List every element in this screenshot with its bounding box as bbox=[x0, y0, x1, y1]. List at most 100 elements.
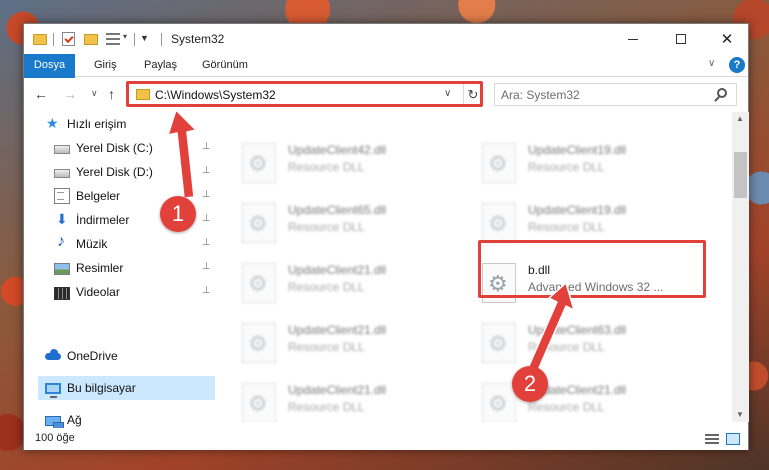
tiles-view-icon[interactable] bbox=[726, 433, 740, 445]
pin-icon[interactable]: ⊥ bbox=[202, 237, 211, 248]
sidebar-item-label: Hızlı erişim bbox=[67, 117, 127, 131]
pin-icon[interactable]: ⊥ bbox=[202, 285, 211, 296]
title-bar: ▾ ▼ System32 ✕ bbox=[24, 24, 748, 54]
sidebar-item-quick-access[interactable]: Hızlı erişim bbox=[45, 112, 215, 136]
tab-home[interactable]: Giriş bbox=[84, 54, 127, 77]
file-name: UpdateClient19.dll bbox=[528, 203, 627, 217]
customize-toolbar-icon[interactable]: ▼ bbox=[140, 33, 149, 47]
file-type: Resource DLL bbox=[528, 220, 605, 234]
sidebar-item-music[interactable]: Müzik ⊥ bbox=[54, 232, 219, 256]
ribbon-tabs: Dosya Giriş Paylaş Görünüm ∨ ? bbox=[24, 54, 748, 104]
file-item[interactable]: UpdateClient65.dll Resource DLL bbox=[224, 197, 449, 247]
network-icon bbox=[45, 416, 64, 431]
file-type: Resource DLL bbox=[288, 280, 365, 294]
dll-file-icon bbox=[242, 323, 276, 363]
file-type: Resource DLL bbox=[288, 400, 365, 414]
up-arrow-icon[interactable]: ↑ bbox=[108, 86, 115, 102]
sidebar-item-label: Videolar bbox=[76, 285, 120, 299]
sidebar-item-this-pc[interactable]: Bu bilgisayar bbox=[38, 376, 215, 400]
quick-access-separator bbox=[53, 33, 54, 46]
minimize-button[interactable] bbox=[610, 24, 656, 54]
title-separator bbox=[161, 33, 162, 46]
file-item[interactable]: UpdateClient21.dll Resource DLL bbox=[464, 377, 689, 422]
file-name: UpdateClient63.dll bbox=[528, 323, 627, 337]
file-item[interactable]: UpdateClient42.dll Resource DLL bbox=[224, 137, 449, 187]
close-icon: ✕ bbox=[720, 30, 734, 48]
tab-share[interactable]: Paylaş bbox=[134, 54, 187, 77]
quick-access-separator bbox=[134, 33, 135, 46]
pictures-icon bbox=[54, 263, 70, 275]
scrollbar-thumb[interactable] bbox=[734, 152, 747, 198]
dll-file-icon bbox=[482, 383, 516, 422]
forward-arrow-icon[interactable]: → bbox=[63, 86, 77, 102]
file-item[interactable]: UpdateClient21.dll Resource DLL bbox=[224, 377, 449, 422]
pin-icon[interactable]: ⊥ bbox=[202, 261, 211, 272]
step-2-badge: 2 bbox=[512, 366, 548, 402]
step-1-badge: 1 bbox=[160, 196, 196, 232]
details-view-icon[interactable] bbox=[705, 434, 719, 444]
sidebar-item-label: Yerel Disk (C:) bbox=[76, 141, 153, 155]
item-count: 100 öğe bbox=[35, 432, 75, 444]
view-toolbar-icon[interactable] bbox=[106, 33, 120, 45]
folder-icon bbox=[33, 34, 47, 45]
properties-icon[interactable] bbox=[62, 32, 75, 46]
file-item[interactable]: UpdateClient19.dll Resource DLL bbox=[464, 137, 689, 187]
close-button[interactable]: ✕ bbox=[704, 24, 750, 54]
dll-file-icon bbox=[482, 203, 516, 243]
sidebar-item-local-disk-d[interactable]: Yerel Disk (D:) ⊥ bbox=[54, 160, 219, 184]
recent-locations-icon[interactable]: ∨ bbox=[91, 88, 98, 99]
file-highlight bbox=[478, 240, 706, 298]
star-icon bbox=[45, 115, 61, 132]
sidebar-item-label: Belgeler bbox=[76, 189, 121, 203]
search-box[interactable] bbox=[494, 83, 737, 106]
scroll-up-icon[interactable]: ▲ bbox=[736, 114, 744, 123]
dll-file-icon bbox=[242, 263, 276, 303]
file-name: UpdateClient21.dll bbox=[288, 263, 387, 277]
onedrive-icon bbox=[45, 348, 61, 364]
file-name: UpdateClient21.dll bbox=[288, 323, 387, 337]
maximize-icon bbox=[676, 34, 686, 44]
music-icon bbox=[54, 233, 70, 252]
sidebar-item-pictures[interactable]: Resimler ⊥ bbox=[54, 256, 219, 280]
back-arrow-icon[interactable]: ← bbox=[34, 86, 48, 102]
this-pc-icon bbox=[45, 383, 61, 398]
file-type: Resource DLL bbox=[288, 160, 365, 174]
sidebar-item-onedrive[interactable]: OneDrive bbox=[45, 344, 215, 368]
caret-down-icon[interactable]: ▾ bbox=[123, 32, 127, 46]
tab-view[interactable]: Görünüm bbox=[192, 54, 258, 77]
sidebar-item-label: İndirmeler bbox=[76, 213, 130, 227]
scroll-down-icon[interactable]: ▼ bbox=[736, 410, 744, 419]
pin-icon[interactable]: ⊥ bbox=[202, 189, 211, 200]
documents-icon bbox=[54, 188, 70, 204]
maximize-button[interactable] bbox=[658, 24, 704, 54]
videos-icon bbox=[54, 286, 70, 300]
status-bar: 100 öğe bbox=[24, 428, 748, 450]
sidebar-item-label: Resimler bbox=[76, 261, 124, 275]
vertical-scrollbar[interactable]: ▲ ▼ bbox=[732, 112, 749, 422]
pin-icon[interactable]: ⊥ bbox=[202, 141, 211, 152]
pin-icon[interactable]: ⊥ bbox=[202, 213, 211, 224]
file-name: UpdateClient42.dll bbox=[288, 143, 387, 157]
sidebar-item-documents[interactable]: Belgeler ⊥ bbox=[54, 184, 219, 208]
downloads-icon bbox=[54, 211, 70, 228]
file-name: UpdateClient21.dll bbox=[288, 383, 387, 397]
drive-icon bbox=[54, 169, 70, 178]
sidebar-item-label: Müzik bbox=[76, 237, 108, 251]
expand-ribbon-icon[interactable]: ∨ bbox=[708, 58, 715, 69]
search-input[interactable] bbox=[501, 87, 711, 103]
dll-file-icon bbox=[482, 143, 516, 183]
sidebar-item-videos[interactable]: Videolar ⊥ bbox=[54, 280, 219, 304]
dll-file-icon bbox=[242, 383, 276, 422]
file-item[interactable]: UpdateClient63.dll Resource DLL bbox=[464, 317, 689, 367]
file-item[interactable]: UpdateClient21.dll Resource DLL bbox=[224, 257, 449, 307]
search-icon[interactable] bbox=[717, 88, 727, 98]
drive-icon bbox=[54, 145, 70, 154]
new-folder-icon[interactable] bbox=[84, 34, 98, 45]
file-type: Resource DLL bbox=[288, 220, 365, 234]
minimize-icon bbox=[628, 38, 638, 40]
sidebar-item-local-disk-c[interactable]: Yerel Disk (C:) ⊥ bbox=[54, 136, 219, 160]
sidebar-item-label: Bu bilgisayar bbox=[67, 381, 136, 395]
pin-icon[interactable]: ⊥ bbox=[202, 165, 211, 176]
help-icon[interactable]: ? bbox=[729, 57, 745, 73]
file-item[interactable]: UpdateClient21.dll Resource DLL bbox=[224, 317, 449, 367]
